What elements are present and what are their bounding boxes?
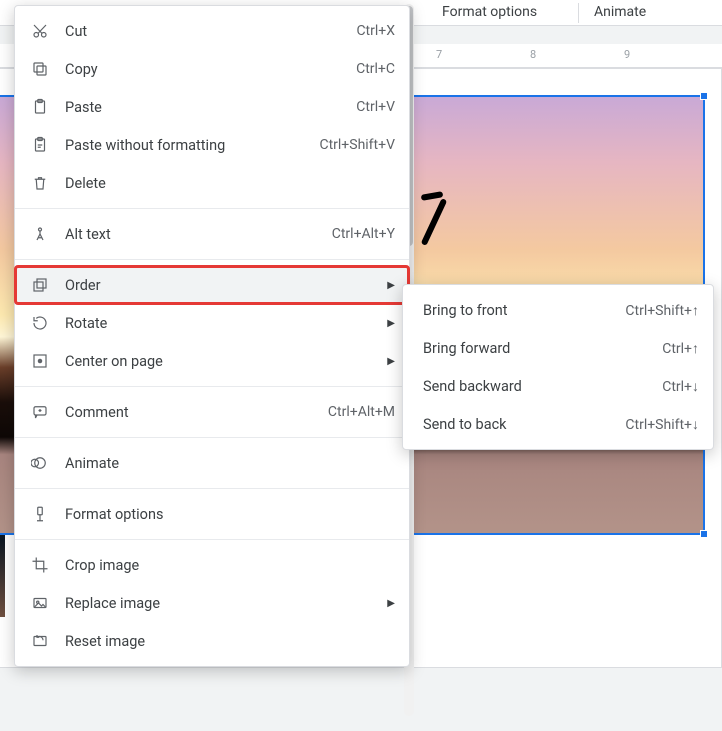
crop-icon [29, 556, 51, 574]
submenu-arrow-icon: ▶ [387, 280, 395, 291]
menu-item-copy[interactable]: CopyCtrl+C [15, 50, 409, 88]
menu-item-label: Comment [65, 404, 328, 421]
menu-item-label: Order [65, 277, 395, 294]
menu-item-rotate[interactable]: Rotate▶ [15, 304, 409, 342]
order-submenu: Bring to frontCtrl+Shift+↑Bring forwardC… [402, 284, 714, 450]
order-icon [29, 276, 51, 294]
menu-item-label: Delete [65, 175, 395, 192]
submenu-item-label: Send to back [423, 416, 625, 433]
menu-item-label: Paste [65, 99, 356, 116]
submenu-item-label: Send backward [423, 378, 662, 395]
cut-icon [29, 22, 51, 40]
submenu-item-send-backward[interactable]: Send backwardCtrl+↓ [403, 367, 713, 405]
rotate-icon [29, 314, 51, 332]
menu-item-shortcut: Ctrl+Alt+Y [332, 226, 395, 242]
menu-item-label: Animate [65, 455, 395, 472]
menu-item-label: Crop image [65, 557, 395, 574]
replace-img-icon [29, 594, 51, 612]
context-menu: CutCtrl+XCopyCtrl+CPasteCtrl+VPaste with… [14, 5, 410, 667]
menu-item-label: Paste without formatting [65, 137, 319, 154]
submenu-item-label: Bring forward [423, 340, 662, 357]
submenu-item-shortcut: Ctrl+Shift+↑ [625, 302, 699, 319]
menu-item-shortcut: Ctrl+Alt+M [328, 404, 395, 420]
menu-item-label: Format options [65, 506, 395, 523]
menu-separator [15, 437, 409, 438]
reset-img-icon [29, 632, 51, 650]
format-options-label: Format options [442, 4, 537, 20]
paste-icon [29, 98, 51, 116]
menu-item-label: Replace image [65, 595, 395, 612]
menu-separator [15, 539, 409, 540]
menu-item-shortcut: Ctrl+Shift+V [319, 137, 395, 153]
image-content-placeholder [413, 187, 459, 247]
alt-text-icon [29, 225, 51, 243]
menu-item-paste-without-formatting[interactable]: Paste without formattingCtrl+Shift+V [15, 126, 409, 164]
format-opts-icon [29, 505, 51, 523]
submenu-arrow-icon: ▶ [387, 318, 395, 329]
menu-item-cut[interactable]: CutCtrl+X [15, 12, 409, 50]
animate-icon [29, 454, 51, 472]
ruler-tick: 7 [436, 48, 442, 61]
animate-button[interactable]: Animate [584, 0, 674, 24]
format-options-button[interactable]: Format options [432, 0, 572, 24]
submenu-arrow-icon: ▶ [387, 356, 395, 367]
toolbar-divider [578, 3, 579, 23]
menu-item-shortcut: Ctrl+X [356, 23, 395, 39]
menu-item-replace-image[interactable]: Replace image▶ [15, 584, 409, 622]
menu-item-shortcut: Ctrl+V [356, 99, 395, 115]
comment-icon [29, 403, 51, 421]
menu-item-paste[interactable]: PasteCtrl+V [15, 88, 409, 126]
center-icon [29, 352, 51, 370]
menu-separator [15, 208, 409, 209]
submenu-item-shortcut: Ctrl+↓ [662, 378, 699, 395]
submenu-item-send-to-back[interactable]: Send to backCtrl+Shift+↓ [403, 405, 713, 443]
submenu-arrow-icon: ▶ [387, 598, 395, 609]
menu-item-order[interactable]: Order▶ [15, 266, 409, 304]
menu-separator [15, 488, 409, 489]
menu-item-alt-text[interactable]: Alt textCtrl+Alt+Y [15, 215, 409, 253]
menu-item-center-on-page[interactable]: Center on page▶ [15, 342, 409, 380]
animate-label: Animate [594, 4, 646, 20]
menu-item-delete[interactable]: Delete [15, 164, 409, 202]
menu-separator [15, 386, 409, 387]
menu-item-format-options[interactable]: Format options [15, 495, 409, 533]
menu-separator [15, 259, 409, 260]
menu-item-label: Rotate [65, 315, 395, 332]
copy-icon [29, 60, 51, 78]
submenu-item-bring-to-front[interactable]: Bring to frontCtrl+Shift+↑ [403, 291, 713, 329]
menu-item-comment[interactable]: CommentCtrl+Alt+M [15, 393, 409, 431]
menu-item-label: Cut [65, 23, 356, 40]
paste-plain-icon [29, 136, 51, 154]
submenu-item-shortcut: Ctrl+Shift+↓ [625, 416, 699, 433]
ruler-tick: 8 [530, 48, 536, 61]
submenu-item-shortcut: Ctrl+↑ [662, 340, 699, 357]
menu-item-crop-image[interactable]: Crop image [15, 546, 409, 584]
ruler-tick: 9 [624, 48, 630, 61]
delete-icon [29, 174, 51, 192]
menu-item-label: Copy [65, 61, 356, 78]
menu-item-animate[interactable]: Animate [15, 444, 409, 482]
menu-item-label: Reset image [65, 633, 395, 650]
menu-item-label: Center on page [65, 353, 395, 370]
submenu-item-bring-forward[interactable]: Bring forwardCtrl+↑ [403, 329, 713, 367]
menu-item-reset-image[interactable]: Reset image [15, 622, 409, 660]
menu-item-shortcut: Ctrl+C [356, 61, 395, 77]
resize-handle-tr[interactable] [700, 92, 708, 100]
submenu-item-label: Bring to front [423, 302, 625, 319]
menu-item-label: Alt text [65, 226, 332, 243]
resize-handle-br[interactable] [700, 530, 708, 538]
